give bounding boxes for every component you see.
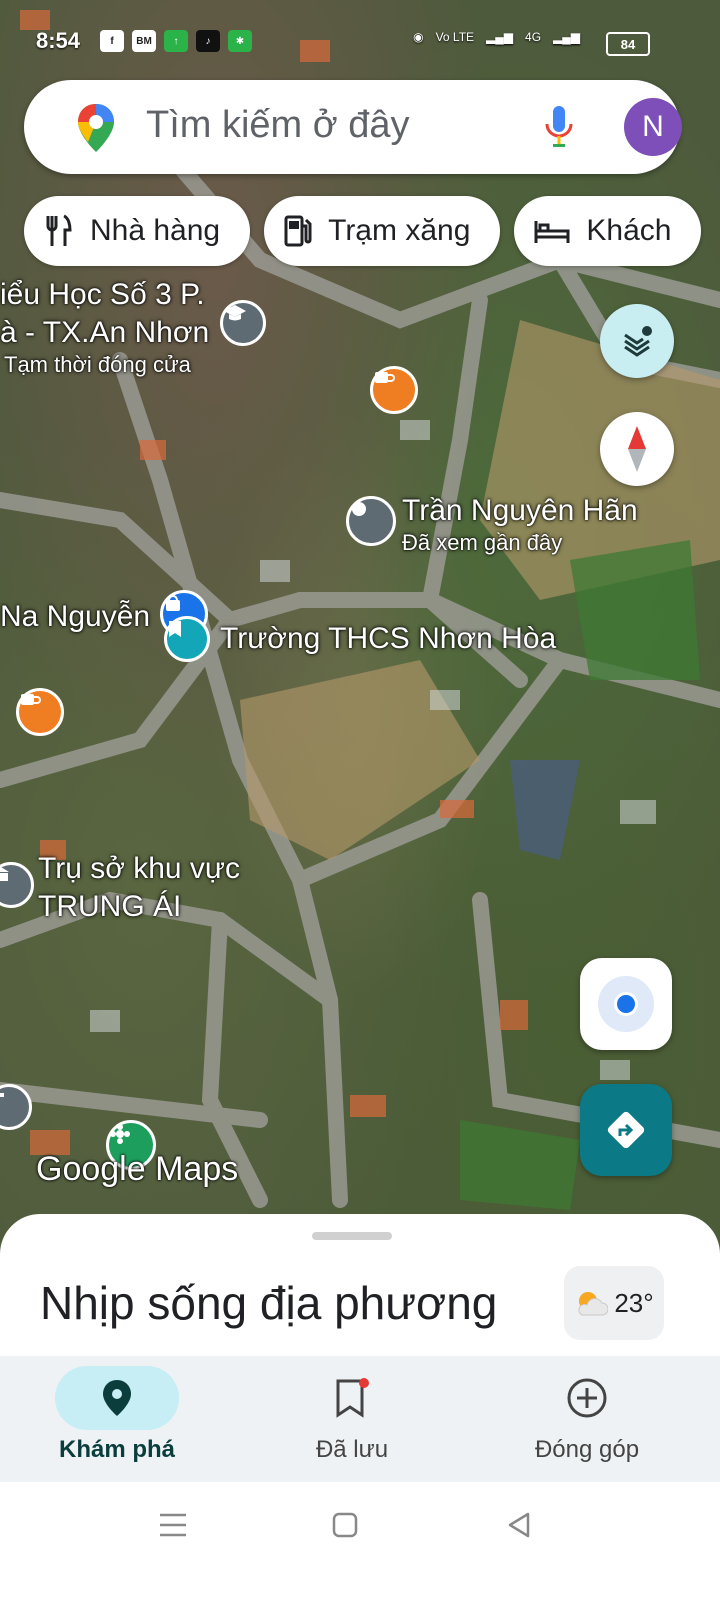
category-chips: Nhà hàng Trạm xăng Khách	[24, 196, 702, 266]
restaurant-icon	[46, 214, 72, 246]
my-location-button[interactable]	[580, 958, 672, 1050]
upload-app-icon: ↑	[164, 30, 188, 52]
weather-chip[interactable]: 23°	[564, 1266, 664, 1340]
signal-indicators: ◉ Vo LTE ▂▄▆ 4G ▂▄▆	[413, 30, 580, 44]
school-poi-icon[interactable]	[220, 300, 266, 346]
temperature-label: 23°	[614, 1287, 654, 1318]
location-status-icon: ◉	[413, 30, 424, 44]
layers-icon	[624, 326, 652, 357]
battery-icon: 84	[606, 32, 650, 56]
partly-cloudy-icon	[578, 1292, 609, 1316]
directions-icon	[607, 1111, 645, 1149]
wechat-app-icon: ✱	[228, 30, 252, 52]
my-location-dot-icon	[598, 976, 654, 1032]
microphone-icon[interactable]	[544, 104, 574, 155]
map-label-school-line2: à - TX.An Nhơn	[0, 316, 210, 349]
facebook-icon: f	[100, 30, 124, 52]
directions-button[interactable]	[580, 1084, 672, 1176]
bottom-sheet[interactable]: Nhịp sống địa phương 23°	[0, 1214, 720, 1364]
network-right-label: 4G	[525, 30, 542, 44]
notification-icons: f BM ↑ ♪ ✱	[100, 30, 252, 52]
tab-saved-label: Đã lưu	[315, 1436, 389, 1463]
compass-icon	[628, 426, 646, 472]
signal-bars-icon: ▂▄▆	[486, 30, 514, 44]
bookmark-icon	[252, 1366, 452, 1430]
chip-label: Khách	[586, 214, 672, 247]
cafe-poi-icon[interactable]	[370, 366, 418, 414]
sheet-title: Nhịp sống địa phương	[40, 1277, 498, 1329]
back-icon[interactable]	[506, 1512, 532, 1538]
tab-contribute-label: Đóng góp	[534, 1436, 640, 1463]
status-time: 8:54	[36, 28, 81, 53]
map-label-place3: Trường THCS Nhơn Hòa	[220, 622, 557, 655]
add-circle-icon	[487, 1366, 687, 1430]
recent-place-marker-icon[interactable]	[346, 496, 396, 546]
tiktok-icon: ♪	[196, 30, 220, 52]
map-label-place4-line2: TRUNG ÁI	[38, 890, 182, 923]
tab-contribute[interactable]: Đóng góp	[487, 1366, 687, 1464]
cafe-poi-icon-2[interactable]	[16, 688, 64, 736]
search-bar[interactable]: Tìm kiếm ở đây N	[24, 80, 682, 174]
gas-station-icon	[284, 215, 312, 247]
map-label-school-line1: iểu Học Số 3 P.	[0, 278, 205, 311]
chip-hotels[interactable]: Khách	[514, 196, 702, 266]
location-pin-icon	[55, 1366, 179, 1430]
account-avatar[interactable]: N	[624, 98, 682, 156]
map-label-school-status: Tạm thời đóng cửa	[4, 352, 191, 377]
tab-explore-label: Khám phá	[58, 1436, 175, 1463]
sheet-drag-handle[interactable]	[312, 1232, 392, 1240]
google-maps-logo-icon	[76, 102, 116, 159]
tab-saved[interactable]: Đã lưu	[252, 1366, 452, 1464]
chip-restaurants[interactable]: Nhà hàng	[24, 196, 251, 266]
map-label-place2: Na Nguyễn	[0, 600, 151, 633]
news-app-icon: BM	[132, 30, 156, 52]
chip-gas-stations[interactable]: Trạm xăng	[264, 196, 501, 266]
signal-bars-icon-2: ▂▄▆	[553, 30, 580, 44]
home-icon[interactable]	[332, 1512, 358, 1538]
compass-button[interactable]	[600, 412, 674, 486]
map-label-place1-sub: Đã xem gần đây	[402, 530, 563, 555]
saved-place-bookmark-icon[interactable]	[164, 616, 210, 662]
bottom-navigation: Khám phá Đã lưu Đóng góp	[0, 1356, 720, 1482]
network-left-label: Vo LTE	[435, 30, 475, 44]
chip-label: Trạm xăng	[328, 214, 471, 247]
chip-label: Nhà hàng	[90, 214, 221, 247]
google-maps-watermark: Google Maps	[36, 1150, 239, 1188]
map-label-place1: Trần Nguyên Hãn	[402, 494, 638, 527]
menu-icon[interactable]	[158, 1512, 188, 1538]
hotel-icon	[534, 221, 570, 243]
system-navigation-bar	[0, 1482, 720, 1604]
status-bar: 8:54 f BM ↑ ♪ ✱ ◉ Vo LTE ▂▄▆ 4G ▂▄▆ 84	[0, 22, 720, 62]
search-input[interactable]: Tìm kiếm ở đây	[146, 104, 410, 147]
map-label-place4-line1: Trụ sở khu vực	[38, 852, 241, 885]
layers-button[interactable]	[600, 304, 674, 378]
tab-explore[interactable]: Khám phá	[17, 1366, 217, 1464]
satellite-map[interactable]: iểu Học Số 3 P. à - TX.An Nhơn Tạm thời …	[0, 0, 720, 1270]
